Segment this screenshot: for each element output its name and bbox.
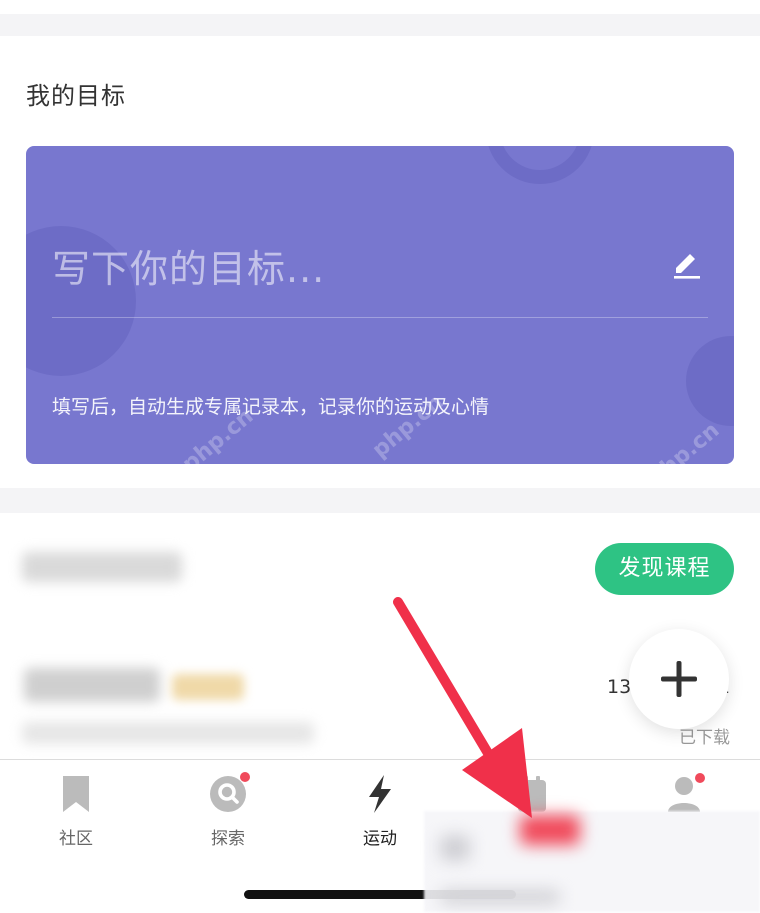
goal-input-placeholder[interactable]: 写下你的目标... (52, 238, 325, 293)
discover-courses-button[interactable]: 发现课程 (595, 543, 734, 595)
course-subtitle-blurred (22, 722, 314, 744)
section-separator-top (0, 14, 760, 36)
notification-badge (695, 773, 705, 783)
tab-label-explore: 探索 (211, 829, 245, 849)
pencil-icon (674, 254, 700, 279)
blurred-fragment (440, 890, 560, 904)
goal-card[interactable]: 写下你的目标... 填写后，自动生成专属记录本，记录你的运动及心情 php.cn… (26, 146, 734, 464)
notification-badge (240, 772, 250, 782)
decor-ring (486, 146, 594, 184)
tab-label-community: 社区 (59, 829, 93, 849)
lightning-icon (369, 775, 391, 813)
course-name-blurred[interactable] (24, 668, 160, 702)
plus-icon (661, 661, 697, 697)
courses-section-title-blurred (22, 552, 182, 582)
blurred-fragment (520, 815, 580, 845)
top-strip (0, 0, 760, 14)
course-date-text: 13 (607, 676, 632, 698)
decor-circle (686, 336, 734, 426)
tab-community[interactable]: 社区 (0, 760, 152, 860)
goal-divider (52, 317, 708, 318)
bookmark-icon (63, 776, 89, 812)
calendar-icon (518, 776, 546, 812)
goals-section-title: 我的目标 (26, 82, 126, 110)
tab-explore[interactable]: 探索 (152, 760, 304, 860)
watermark: php.cn (643, 417, 725, 464)
add-button[interactable] (629, 629, 729, 729)
edit-goal-button[interactable] (668, 244, 704, 280)
section-separator-middle (0, 488, 760, 513)
course-tag-blurred (172, 674, 244, 700)
blurred-fragment (440, 835, 470, 861)
